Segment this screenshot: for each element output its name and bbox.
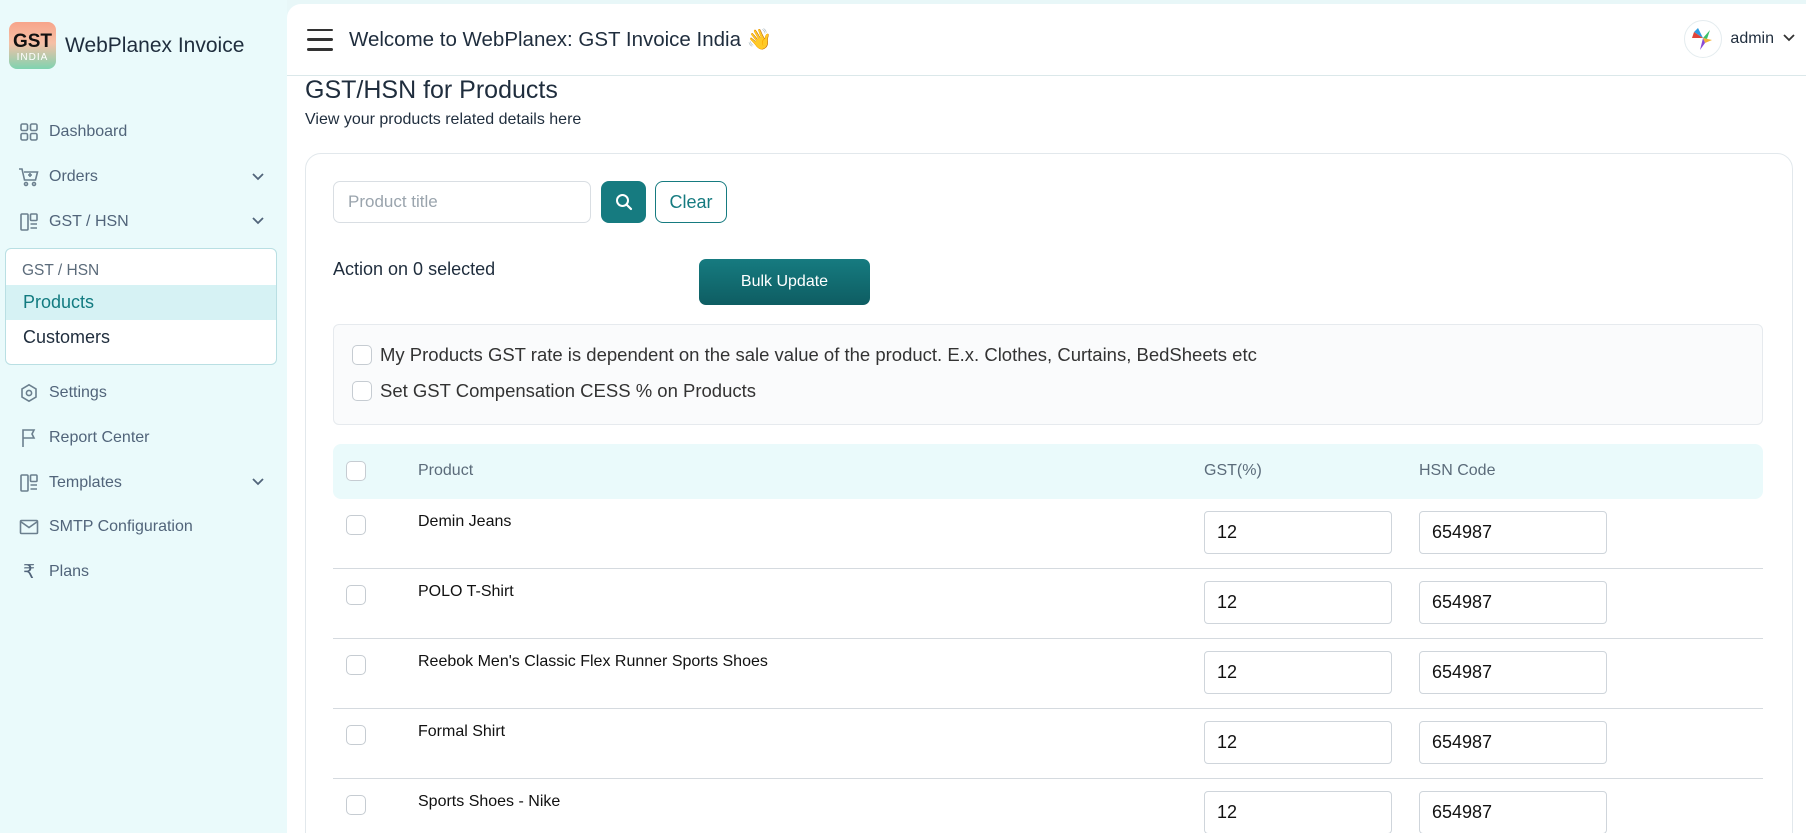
row-checkbox[interactable] [346, 515, 366, 535]
page-subtitle: View your products related details here [305, 111, 582, 128]
bird-logo-icon [1692, 28, 1713, 50]
table-row: Demin Jeans [333, 499, 1763, 569]
product-name: Demin Jeans [418, 513, 512, 530]
avatar [1684, 20, 1723, 58]
gst-rate-input[interactable] [1204, 651, 1392, 694]
bulk-update-button[interactable]: Bulk Update [699, 259, 870, 305]
sidebar-item-report-center[interactable]: Report Center [0, 416, 287, 461]
dashboard-grid-icon [18, 121, 40, 143]
main-content: GST/HSN for Products View your products … [287, 76, 1806, 833]
gst-options-panel: My Products GST rate is dependent on the… [333, 324, 1763, 425]
welcome-message: Welcome to WebPlanex: GST Invoice India … [349, 27, 773, 51]
sidebar-nav: Dashboard Orders GST / HSN GST / HSN Pro… [0, 110, 287, 595]
submenu-item-products[interactable]: Products [6, 285, 276, 321]
hsn-code-input[interactable] [1419, 511, 1607, 554]
sidebar-item-dashboard[interactable]: Dashboard [0, 110, 287, 155]
hsn-code-input[interactable] [1419, 581, 1607, 624]
sidebar-item-templates[interactable]: Templates [0, 460, 287, 505]
product-name: Sports Shoes - Nike [418, 793, 561, 810]
flag-icon [18, 427, 40, 449]
sidebar-item-gst-hsn[interactable]: GST / HSN [0, 199, 287, 244]
chevron-down-icon [251, 169, 265, 187]
gst-rate-input[interactable] [1204, 581, 1392, 624]
column-header-gst: GST(%) [1204, 462, 1262, 479]
row-checkbox[interactable] [346, 585, 366, 605]
sidebar-item-plans[interactable]: ₹ Plans [0, 550, 287, 595]
layout-icon [18, 472, 40, 494]
products-table-body: Demin Jeans POLO T-Shirt Reebok Men's Cl… [333, 499, 1763, 833]
product-name: Formal Shirt [418, 723, 506, 740]
selection-count-label: Action on 0 selected [333, 259, 496, 279]
sidebar: GST INDIA WebPlanex Invoice Dashboard Or… [0, 0, 287, 833]
gst-hsn-submenu: GST / HSN Products Customers [5, 248, 277, 366]
select-all-checkbox[interactable] [346, 461, 366, 481]
mail-icon [18, 516, 40, 538]
hsn-code-input[interactable] [1419, 721, 1607, 764]
gst-rate-input[interactable] [1204, 791, 1392, 833]
product-name: POLO T-Shirt [418, 583, 514, 600]
sidebar-item-settings[interactable]: Settings [0, 371, 287, 416]
table-row: Formal Shirt [333, 709, 1763, 779]
table-row: Reebok Men's Classic Flex Runner Sports … [333, 639, 1763, 709]
user-name: admin [1730, 30, 1774, 47]
submenu-item-customers[interactable]: Customers [6, 320, 276, 355]
search-icon [615, 194, 632, 211]
rupee-icon: ₹ [22, 561, 36, 583]
clear-button[interactable]: Clear [655, 181, 727, 223]
app-name: WebPlanex Invoice [65, 33, 245, 57]
layout-icon [18, 211, 40, 233]
product-name: Reebok Men's Classic Flex Runner Sports … [418, 653, 768, 670]
sale-value-gst-checkbox[interactable] [352, 345, 372, 365]
option-cess[interactable]: Set GST Compensation CESS % on Products [352, 380, 756, 402]
cess-checkbox[interactable] [352, 381, 372, 401]
search-button[interactable] [601, 181, 646, 223]
gst-india-logo-icon: GST INDIA [9, 22, 56, 69]
menu-toggle-icon[interactable] [307, 28, 333, 51]
table-header: Product GST(%) HSN Code [333, 444, 1763, 499]
row-checkbox[interactable] [346, 655, 366, 675]
column-header-hsn: HSN Code [1419, 462, 1496, 479]
hsn-code-input[interactable] [1419, 651, 1607, 694]
gst-rate-input[interactable] [1204, 721, 1392, 764]
chevron-down-icon [1782, 30, 1796, 48]
sidebar-item-orders[interactable]: Orders [0, 155, 287, 200]
gst-rate-input[interactable] [1204, 511, 1392, 554]
chevron-down-icon [251, 213, 265, 231]
page-title: GST/HSN for Products [305, 76, 558, 104]
cart-icon [18, 166, 40, 188]
submenu-header: GST / HSN [22, 262, 100, 280]
table-row: POLO T-Shirt [333, 569, 1763, 639]
user-menu[interactable]: admin [1684, 20, 1796, 58]
row-checkbox[interactable] [346, 725, 366, 745]
column-header-product: Product [418, 462, 474, 479]
sidebar-item-smtp-configuration[interactable]: SMTP Configuration [0, 505, 287, 550]
row-checkbox[interactable] [346, 795, 366, 815]
top-bar: Welcome to WebPlanex: GST Invoice India … [287, 4, 1806, 76]
table-row: Sports Shoes - Nike [333, 779, 1763, 833]
hsn-code-input[interactable] [1419, 791, 1607, 833]
chevron-down-icon [251, 474, 265, 492]
products-card: Clear Action on 0 selected Bulk Update M… [305, 153, 1793, 833]
app-logo[interactable]: GST INDIA WebPlanex Invoice [9, 22, 244, 69]
product-title-search-input[interactable] [333, 181, 591, 223]
settings-hex-icon [18, 382, 40, 404]
option-sale-value-dependent[interactable]: My Products GST rate is dependent on the… [352, 344, 1257, 366]
